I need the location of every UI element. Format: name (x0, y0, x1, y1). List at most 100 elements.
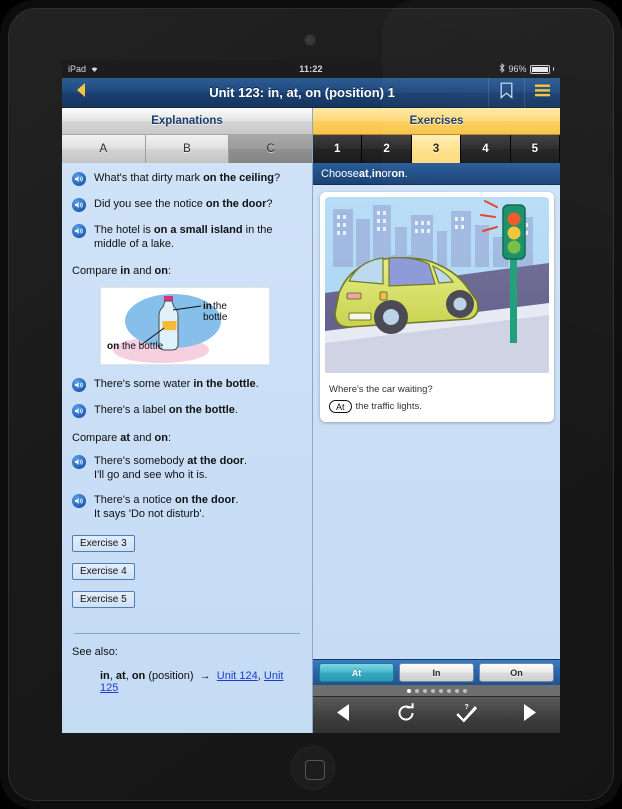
exercise-links: Exercise 3 Exercise 4 Exercise 5 (72, 533, 302, 617)
page-dot-7[interactable] (454, 688, 459, 693)
svg-text:the bottle: the bottle (122, 341, 164, 352)
speaker-icon[interactable] (72, 404, 86, 418)
see-also-link-1[interactable]: Unit 124 (217, 670, 258, 682)
svg-text:?: ? (465, 704, 469, 711)
exercise-tab-3[interactable]: 3 (411, 135, 462, 163)
page-dot-3[interactable] (422, 688, 427, 693)
exercise-card: Where's the car waiting? At the traffic … (320, 192, 554, 422)
explanation-tab-c[interactable]: C (229, 135, 313, 163)
explanations-pane: Explanations ABC What's that dirty mark … (62, 108, 313, 733)
right-triangle-icon (521, 703, 538, 727)
page-dot-5[interactable] (438, 688, 443, 693)
sentence-item: There's somebody at the door. I'll go and… (72, 454, 302, 482)
sentence-text: There's a notice on the door. It says 'Do… (94, 494, 239, 520)
compare-label-1: Compare in and on: (72, 265, 172, 277)
page-dot-1[interactable] (406, 688, 411, 693)
exercise-link-wrap: Exercise 4 (72, 561, 302, 589)
page-dot-2[interactable] (414, 688, 419, 693)
exercise-toolbar: ? (313, 696, 560, 733)
speaker-icon[interactable] (72, 224, 86, 238)
exercise-link-wrap: Exercise 3 (72, 533, 302, 561)
explanations-header: Explanations (62, 108, 312, 135)
exercise-tab-5[interactable]: 5 (510, 135, 560, 163)
bookmark-icon (500, 82, 513, 104)
page-dot-8[interactable] (462, 688, 467, 693)
answer-button-on[interactable]: On (479, 663, 554, 682)
explanations-body: What's that dirty mark on the ceiling? Di… (62, 163, 312, 733)
exercise-tab-1[interactable]: 1 (313, 135, 363, 163)
sentence-list-2: There's some water in the bottle. There's… (72, 377, 302, 418)
sentence-item: There's a label on the bottle. (72, 403, 302, 418)
sentence-item: Did you see the notice on the door? (72, 197, 302, 212)
sentence-item: What's that dirty mark on the ceiling? (72, 171, 302, 186)
question-text: Where's the car waiting? (329, 384, 433, 395)
home-button[interactable] (291, 746, 335, 790)
speaker-icon[interactable] (72, 455, 86, 469)
explanation-tab-b[interactable]: B (145, 135, 230, 163)
exercise-link-3[interactable]: Exercise 3 (72, 535, 135, 552)
menu-button[interactable] (525, 78, 560, 108)
sentence-item: The hotel is on a small island in the mi… (72, 223, 302, 251)
reset-button[interactable] (386, 700, 426, 730)
see-also-label: See also: (72, 646, 118, 658)
next-button[interactable] (509, 700, 549, 730)
sentence-text: There's somebody at the door. I'll go and… (94, 455, 248, 481)
page-dot-6[interactable] (446, 688, 451, 693)
svg-text:on: on (107, 341, 119, 352)
status-bar-time: 11:22 (299, 64, 323, 74)
nav-bar-actions (488, 78, 560, 108)
left-triangle-icon (335, 703, 352, 727)
speaker-icon[interactable] (72, 378, 86, 392)
sentence-item: There's a notice on the door. It says 'Do… (72, 493, 302, 521)
svg-text:in: in (203, 301, 212, 312)
sentence-text: What's that dirty mark on the ceiling? (94, 172, 281, 184)
exercises-header: Exercises (313, 108, 560, 135)
answer-slot[interactable]: At (329, 400, 352, 413)
car-at-traffic-lights-illustration (325, 197, 549, 373)
exercise-tab-2[interactable]: 2 (362, 135, 412, 163)
check-answers-button[interactable]: ? (447, 700, 487, 730)
answer-button-in[interactable]: In (399, 663, 474, 682)
explanation-tab-a[interactable]: A (62, 135, 146, 163)
front-camera (304, 34, 316, 46)
exercise-tabs: 12345 (313, 135, 560, 163)
page-indicator (313, 685, 560, 696)
page-title: Unit 123: in, at, on (position) 1 (209, 85, 395, 100)
svg-text:the: the (213, 301, 227, 312)
sentence-text: The hotel is on a small island in the mi… (94, 224, 273, 250)
page-dot-4[interactable] (430, 688, 435, 693)
previous-button[interactable] (324, 700, 364, 730)
answer-rest-text: the traffic lights. (355, 401, 422, 412)
speaker-icon[interactable] (72, 172, 86, 186)
exercise-link-5[interactable]: Exercise 5 (72, 591, 135, 608)
exercise-link-4[interactable]: Exercise 4 (72, 563, 135, 580)
exercise-area: Where's the car waiting? At the traffic … (313, 185, 560, 659)
ipad-device-frame: iPad 11:22 96% Unit 123: in, at, on (pos… (0, 0, 622, 809)
back-button[interactable] (62, 78, 100, 108)
exercise-image-wrap (320, 192, 554, 378)
exercises-pane: Exercises 12345 Choose at, in or on. Whe… (312, 108, 560, 733)
status-bar: iPad 11:22 96% (62, 60, 560, 78)
sentence-text: There's some water in the bottle. (94, 378, 259, 390)
exercise-question-block: Where's the car waiting? At the traffic … (320, 378, 554, 422)
sentence-list-3: There's somebody at the door. I'll go and… (72, 454, 302, 521)
bookmark-button[interactable] (489, 78, 524, 108)
explanation-tabs: ABC (62, 135, 313, 163)
speaker-icon[interactable] (72, 494, 86, 508)
answer-line: At the traffic lights. (329, 400, 545, 413)
answer-button-at[interactable]: At (319, 663, 394, 682)
svg-text:bottle: bottle (203, 312, 228, 323)
speaker-icon[interactable] (72, 198, 86, 212)
refresh-circle-icon (396, 702, 416, 728)
exercise-tab-4[interactable]: 4 (461, 135, 511, 163)
sentence-item: There's some water in the bottle. (72, 377, 302, 392)
nav-bar: Unit 123: in, at, on (position) 1 (62, 78, 560, 108)
check-question-icon: ? (456, 703, 478, 728)
exercise-prompt: Choose at, in or on. (313, 163, 560, 185)
answer-button-bar: At In On (313, 659, 560, 685)
main-content: Explanations ABC What's that dirty mark … (62, 108, 560, 733)
sentence-list-1: What's that dirty mark on the ceiling? Di… (72, 171, 302, 251)
divider (74, 633, 300, 634)
back-triangle-icon (75, 82, 87, 103)
bottle-diagram: in the bottle on the bottle (100, 287, 270, 365)
